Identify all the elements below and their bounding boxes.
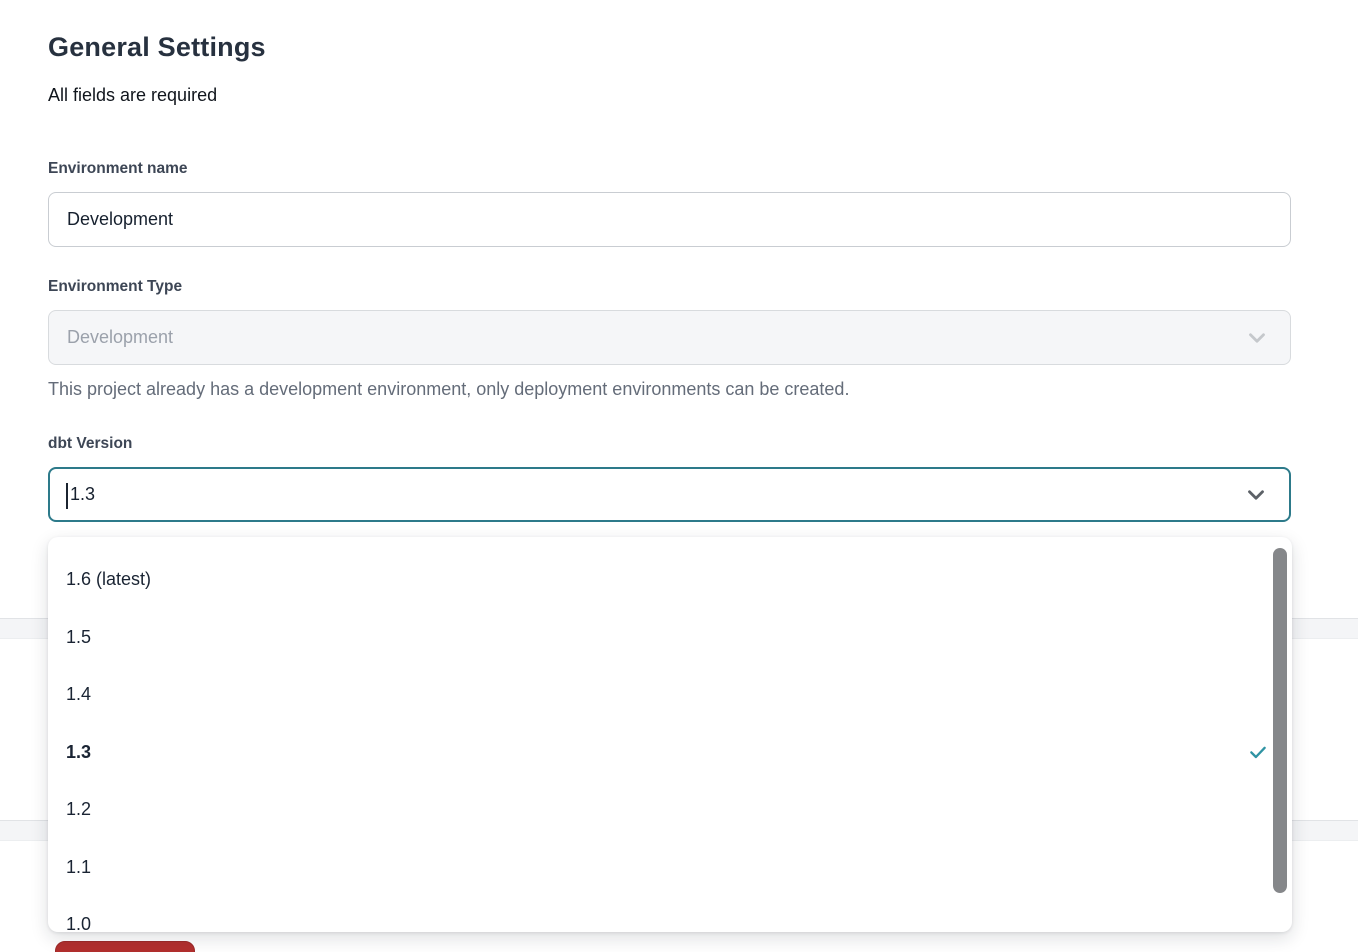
dropdown-option[interactable]: 1.4 [48,666,1292,724]
dropdown-scrollbar-thumb[interactable] [1273,548,1287,893]
dbt-version-value: 1.3 [68,484,95,505]
environment-type-value: Development [67,327,173,348]
dropdown-option-selected[interactable]: 1.3 [48,724,1292,782]
chevron-down-icon [1244,325,1270,351]
environment-type-select: Development [48,310,1291,365]
dropdown-option[interactable]: 1.6 (latest) [48,551,1292,609]
environment-name-input[interactable] [48,192,1291,247]
danger-button[interactable] [55,941,195,952]
page-title: General Settings [48,32,266,63]
dropdown-option[interactable]: 1.1 [48,839,1292,897]
dropdown-option[interactable]: 1.0 [48,896,1292,932]
option-label: 1.3 [66,742,91,762]
page-subtitle: All fields are required [48,85,217,106]
dbt-version-label: dbt Version [48,435,132,453]
environment-name-label: Environment name [48,160,188,178]
text-caret [66,483,68,509]
environment-type-helper-text: This project already has a development e… [48,379,849,400]
dbt-version-option-list: 1.6 (latest) 1.5 1.4 1.3 1.2 1.1 1.0 [48,551,1292,932]
dbt-version-combobox[interactable]: 1.3 [48,467,1291,522]
check-icon [1248,742,1268,762]
chevron-down-icon[interactable] [1243,482,1269,508]
dbt-version-dropdown: 1.6 (latest) 1.5 1.4 1.3 1.2 1.1 1.0 [48,537,1292,932]
dropdown-option[interactable]: 1.2 [48,781,1292,839]
environment-settings-page: General Settings All fields are required… [0,0,1358,952]
environment-type-label: Environment Type [48,278,182,296]
dropdown-option[interactable]: 1.5 [48,609,1292,667]
